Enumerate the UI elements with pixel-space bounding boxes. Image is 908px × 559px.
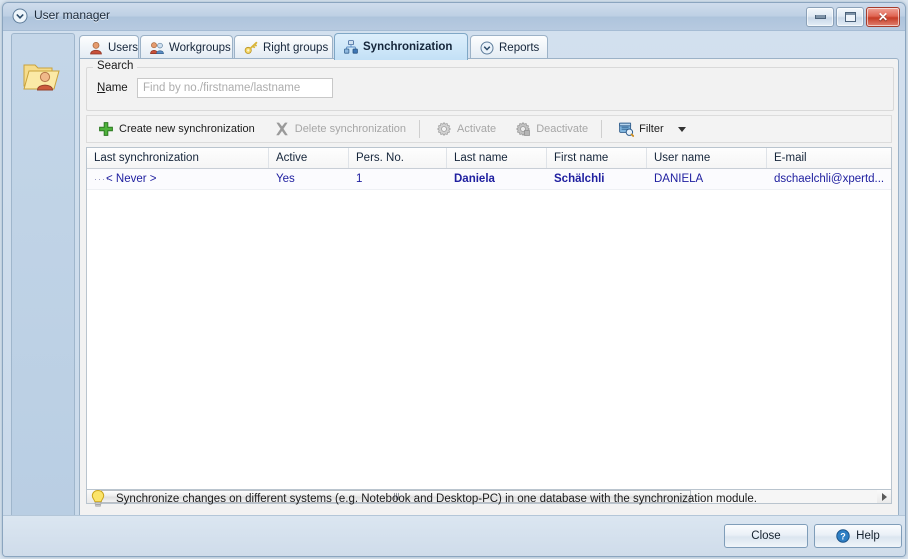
activate-button[interactable]: Activate	[428, 117, 504, 141]
svg-text:?: ?	[840, 531, 846, 541]
deactivate-label: Deactivate	[536, 123, 588, 135]
action-toolbar: Create new synchronization Delete synchr…	[86, 115, 892, 143]
cell-active: Yes	[269, 169, 349, 189]
cell-email: dschaelchli@xpertd...	[767, 169, 891, 189]
filter-button[interactable]: Filter	[610, 117, 693, 141]
search-group: Search Name	[86, 67, 894, 111]
user-icon	[89, 41, 103, 55]
tab-workgroups[interactable]: Workgroups	[140, 35, 233, 60]
close-button[interactable]: Close	[724, 524, 808, 548]
search-input[interactable]	[137, 78, 333, 98]
sync-network-icon	[344, 40, 358, 54]
column-header-last-synchronization[interactable]: Last synchronization	[87, 148, 269, 168]
cell-first-name: Schälchli	[547, 169, 647, 189]
create-new-synchronization-label: Create new synchronization	[119, 123, 255, 135]
expander-dots-icon: ····	[94, 169, 106, 189]
column-header-pers-no[interactable]: Pers. No.	[349, 148, 447, 168]
column-header-user-name[interactable]: User name	[647, 148, 767, 168]
tab-label: Reports	[499, 42, 539, 54]
tab-label: Users	[108, 42, 138, 54]
users-group-icon	[150, 41, 164, 55]
close-button-label: Close	[751, 530, 780, 542]
column-header-last-name[interactable]: Last name	[447, 148, 547, 168]
minimize-button[interactable]	[806, 7, 834, 27]
user-manager-window: User manager ✕	[2, 2, 906, 557]
side-panel	[11, 33, 75, 520]
toolbar-separator	[419, 120, 420, 138]
gear-disabled-icon	[515, 121, 531, 137]
column-header-active[interactable]: Active	[269, 148, 349, 168]
delete-synchronization-label: Delete synchronization	[295, 123, 406, 135]
help-button-label: Help	[856, 530, 880, 542]
synchronization-panel: Search Name Create new synchronization	[79, 58, 899, 518]
gear-icon	[436, 121, 452, 137]
deactivate-button[interactable]: Deactivate	[507, 117, 596, 141]
filter-icon	[618, 121, 634, 137]
column-header-first-name[interactable]: First name	[547, 148, 647, 168]
chevron-down-icon[interactable]	[678, 127, 686, 132]
cell-user-name: DANIELA	[647, 169, 767, 189]
cell-pers-no: 1	[349, 169, 447, 189]
caption-buttons: ✕	[806, 7, 900, 27]
delete-synchronization-button[interactable]: Delete synchronization	[266, 117, 414, 141]
restore-button[interactable]	[836, 7, 864, 27]
tab-users[interactable]: Users	[79, 35, 139, 60]
cell-last-name: Daniela	[447, 169, 547, 189]
folder-user-icon	[22, 56, 62, 94]
tab-label: Right groups	[263, 42, 328, 54]
dialog-footer: Close ? Help	[3, 515, 906, 556]
tab-label: Workgroups	[169, 42, 231, 54]
tab-strip: Users Workgroups	[79, 33, 899, 60]
cell-last-synchronization: ····< Never >	[87, 169, 269, 189]
hint-bar: Synchronize changes on different systems…	[79, 483, 899, 514]
toolbar-separator	[601, 120, 602, 138]
grid-header-row: Last synchronization Active Pers. No. La…	[87, 148, 891, 169]
question-circle-icon: ?	[836, 529, 850, 543]
restore-icon	[845, 12, 856, 22]
chevron-circle-icon	[480, 41, 494, 55]
key-icon	[244, 41, 258, 55]
tab-synchronization[interactable]: Synchronization	[334, 33, 468, 60]
lightbulb-icon	[89, 489, 107, 509]
name-label: Name	[97, 82, 128, 94]
column-header-email[interactable]: E-mail	[767, 148, 891, 168]
activate-label: Activate	[457, 123, 496, 135]
hint-text: Synchronize changes on different systems…	[116, 493, 757, 505]
tab-reports[interactable]: Reports	[470, 35, 548, 60]
filter-label: Filter	[639, 123, 663, 135]
window-body: Users Workgroups	[3, 30, 906, 556]
minimize-icon	[815, 15, 826, 19]
search-group-label: Search	[93, 60, 137, 72]
create-new-synchronization-button[interactable]: Create new synchronization	[90, 117, 263, 141]
close-icon: ✕	[878, 11, 888, 23]
title-bar: User manager ✕	[3, 3, 905, 31]
tab-label: Synchronization	[363, 41, 452, 53]
synchronization-grid: Last synchronization Active Pers. No. La…	[86, 147, 892, 504]
x-mark-icon	[274, 121, 290, 137]
close-window-button[interactable]: ✕	[866, 7, 900, 27]
tab-right-groups[interactable]: Right groups	[234, 35, 333, 60]
table-row[interactable]: ····< Never > Yes 1 Daniela Schälchli DA…	[87, 169, 891, 190]
help-button[interactable]: ? Help	[814, 524, 902, 548]
chevron-circle-icon	[12, 8, 28, 24]
plus-icon	[98, 121, 114, 137]
window-title: User manager	[34, 8, 110, 22]
